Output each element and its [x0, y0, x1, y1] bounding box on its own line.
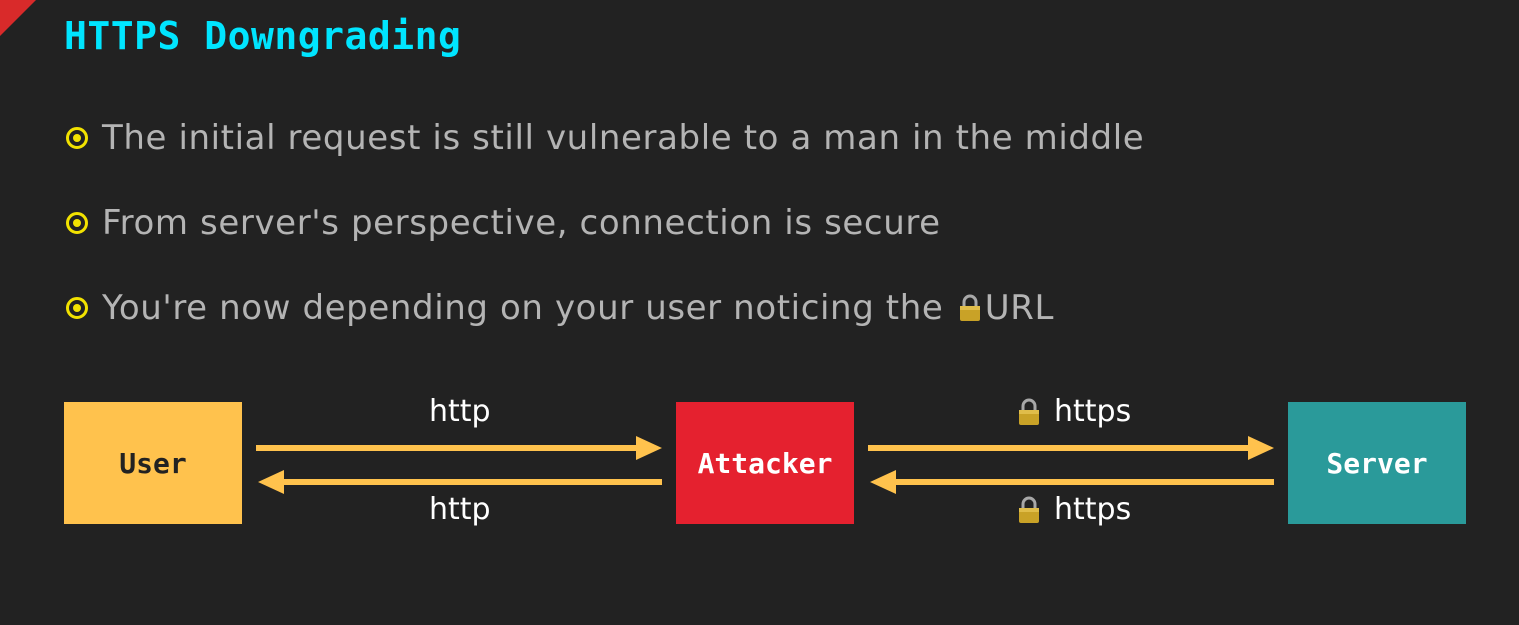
arrow-attacker-to-user — [258, 470, 662, 494]
edge-label-http-response: http — [429, 492, 491, 527]
arrows-layer — [256, 436, 1274, 494]
edge-label-http-request: http — [429, 394, 491, 429]
arrow-attacker-to-server — [868, 436, 1274, 460]
edge-label-https-response: https — [1016, 492, 1131, 528]
lock-icon — [1019, 496, 1039, 523]
arrow-server-to-attacker — [870, 470, 1274, 494]
lock-icon — [1019, 398, 1039, 425]
edge-label-https-request: https — [1016, 394, 1131, 430]
arrow-user-to-attacker — [256, 436, 662, 460]
